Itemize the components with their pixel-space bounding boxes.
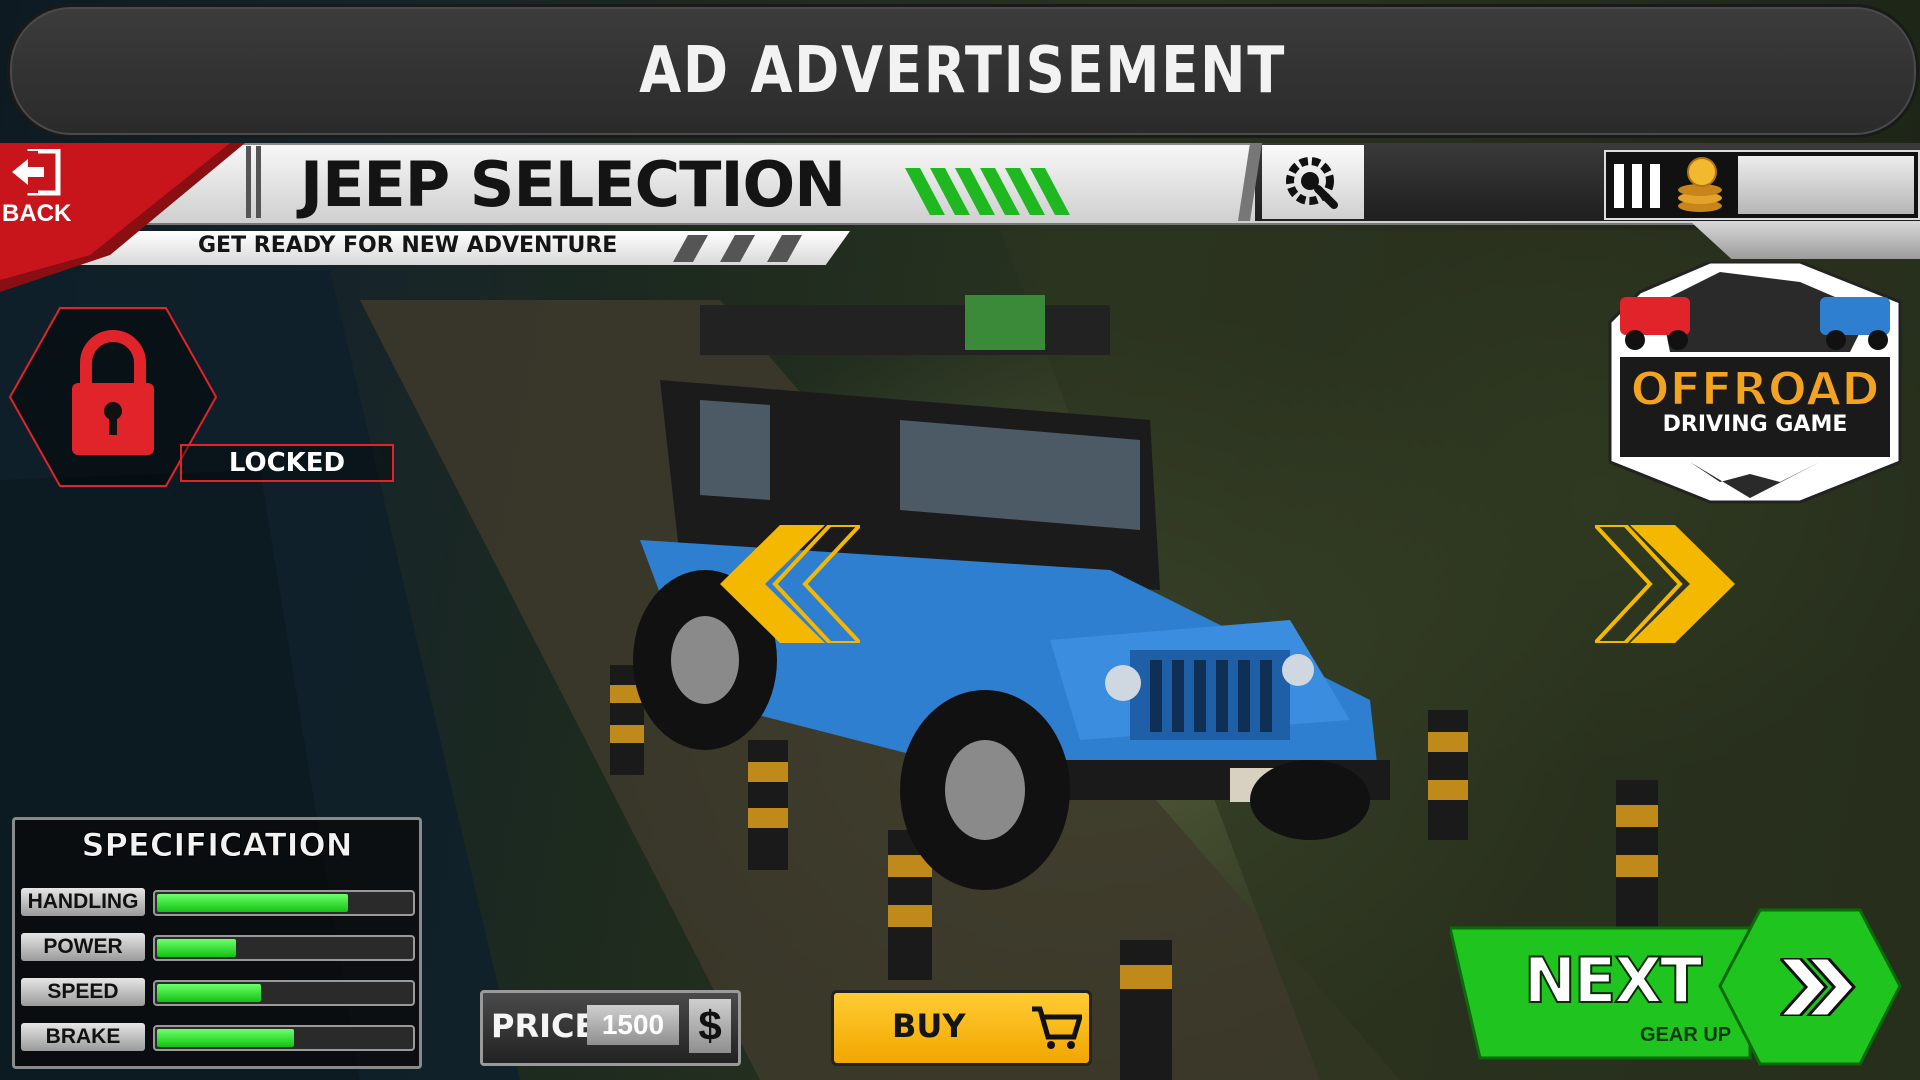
settings-button[interactable] (1262, 145, 1364, 219)
spec-label: POWER (21, 933, 145, 961)
red-truck (1620, 297, 1690, 335)
bollard (1120, 940, 1172, 1080)
game-logo: OFFROAD DRIVING GAME (1600, 260, 1910, 512)
spec-fill (157, 984, 262, 1002)
back-label: BACK (2, 200, 72, 227)
bollard (1428, 710, 1468, 840)
headlight (1282, 654, 1314, 686)
spec-bar (153, 935, 415, 961)
page-title: JEEP SELECTION (300, 148, 846, 221)
spec-bar (153, 1025, 415, 1051)
headlight (1105, 665, 1141, 701)
specification-panel: SPECIFICATION HANDLING POWER SPEED BRAKE (12, 817, 422, 1069)
next-label: NEXT (1523, 943, 1703, 1018)
spec-bar (153, 980, 415, 1006)
buy-button[interactable]: BUY (831, 990, 1092, 1066)
chevron-right-double-icon (1590, 523, 1735, 645)
previous-vehicle-button[interactable] (710, 523, 865, 645)
blue-truck (1820, 297, 1890, 335)
price-value: 1500 (587, 1005, 679, 1045)
spec-fill (157, 1029, 295, 1047)
spec-row-brake: BRAKE (21, 1023, 415, 1051)
spec-fill (157, 894, 348, 912)
next-sublabel: GEAR UP (1640, 1024, 1732, 1046)
spec-label: SPEED (21, 978, 145, 1006)
next-vehicle-button[interactable] (1590, 523, 1745, 645)
coin-stack-icon (1614, 157, 1722, 212)
cart-icon (1032, 1006, 1082, 1049)
spec-row-power: POWER (21, 933, 415, 961)
spec-bar (153, 890, 415, 916)
roof-rack (700, 305, 1110, 355)
wheel (1250, 760, 1370, 840)
logo-subtitle: DRIVING GAME (1662, 412, 1848, 437)
locked-label: LOCKED (180, 444, 394, 482)
back-button[interactable]: BACK (0, 143, 240, 293)
logo-title: OFFROAD (1629, 361, 1880, 417)
price-label: PRICE (491, 1007, 597, 1045)
spec-title: SPECIFICATION (81, 826, 353, 865)
gear-wrench-icon (1286, 157, 1338, 209)
subtitle-stripes (673, 235, 802, 262)
game-screen: AD ADVERTISEMENT BACK JEEP SELECTION GET… (0, 0, 1920, 1080)
header-green-stripes (905, 168, 1070, 215)
spec-label: BRAKE (21, 1023, 145, 1051)
back-icon (12, 149, 61, 196)
spec-label: HANDLING (21, 888, 145, 916)
dollar-icon: $ (689, 999, 731, 1053)
chevron-right-double-icon (1780, 958, 1857, 1016)
buy-label: BUY (892, 1007, 966, 1045)
chevron-left-double-icon (720, 523, 865, 645)
coin-value (1738, 156, 1914, 214)
bollard (748, 740, 788, 870)
price-display: PRICE 1500 $ (480, 990, 741, 1066)
spec-row-handling: HANDLING (21, 888, 415, 916)
jerry-can (965, 295, 1045, 350)
next-button[interactable]: NEXT GEAR UP (1448, 908, 1918, 1068)
spec-row-speed: SPEED (21, 978, 415, 1006)
coin-balance (1604, 150, 1920, 220)
page-subtitle: GET READY FOR NEW ADVENTURE (198, 233, 618, 258)
spec-fill (157, 939, 236, 957)
